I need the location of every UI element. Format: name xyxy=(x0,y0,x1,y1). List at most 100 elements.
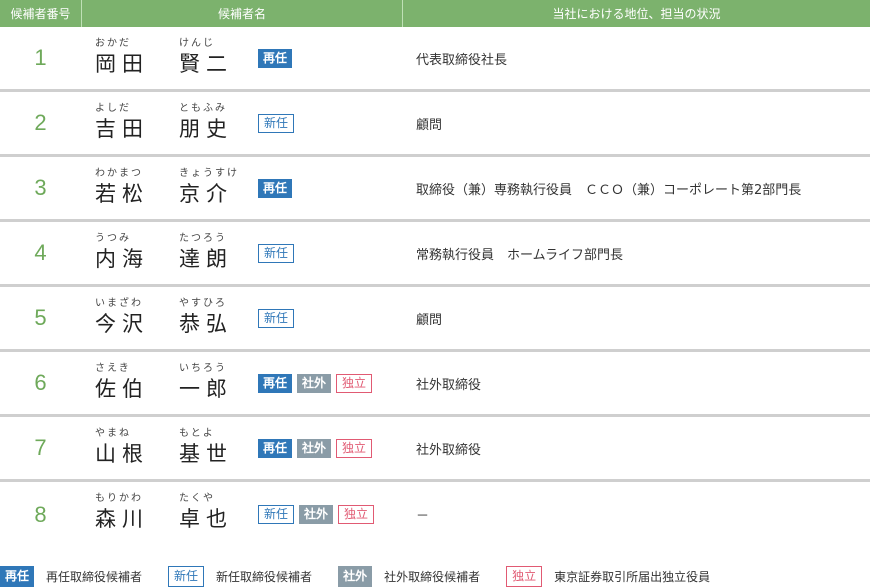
badge-doku: 独立 xyxy=(338,505,375,524)
first-name-ruby: たつろう xyxy=(179,233,227,244)
first-name-kanji: 一郎 xyxy=(179,377,233,401)
candidate-name: おかだ 岡田 けんじ 賢二 xyxy=(95,37,260,87)
badge-doku: 独立 xyxy=(336,438,373,458)
candidate-name: うつみ 内海 たつろう 達朗 xyxy=(95,232,260,282)
legend-badge-sai: 再任 xyxy=(0,566,35,587)
candidate-name: さえき 佐伯 いちろう 一郎 xyxy=(95,362,260,412)
last-name-ruby: さえき xyxy=(95,363,131,374)
last-name-ruby: うつみ xyxy=(95,233,131,244)
first-name-ruby: いちろう xyxy=(179,363,227,374)
badge-group: 新任 xyxy=(258,222,295,284)
last-name: さえき 佐伯 xyxy=(95,362,149,402)
first-name: きょうすけ 京介 xyxy=(179,167,239,207)
candidate-table: 1 おかだ 岡田 けんじ 賢二 再任 代表取締役社長 2 よしだ 吉田 ともふみ… xyxy=(0,27,870,547)
first-name-ruby: ともふみ xyxy=(179,103,227,114)
header-candidate-number: 候補者番号 xyxy=(10,7,71,21)
last-name-kanji: 山根 xyxy=(95,442,149,466)
candidate-name: わかまつ 若松 きょうすけ 京介 xyxy=(95,167,260,217)
legend-text-shin: 新任取締役候補者 xyxy=(216,570,313,584)
first-name-ruby: やすひろ xyxy=(179,298,227,309)
candidate-number: 5 xyxy=(34,305,47,330)
badge-sai: 再任 xyxy=(258,178,293,198)
position-text: 顧問 xyxy=(416,117,443,133)
badge-sai: 再任 xyxy=(258,438,293,458)
last-name-kanji: 岡田 xyxy=(95,52,149,76)
candidate-name: やまね 山根 もとよ 基世 xyxy=(95,427,260,477)
badge-sha: 社外 xyxy=(297,438,332,458)
first-name: たくや 卓也 xyxy=(179,492,233,532)
table-row: 7 やまね 山根 もとよ 基世 再任 社外 独立 社外取締役 xyxy=(0,417,870,482)
header-position: 当社における地位、担当の状況 xyxy=(552,7,721,21)
table-row: 5 いまざわ 今沢 やすひろ 恭弘 新任 顧問 xyxy=(0,287,870,352)
candidate-number: 8 xyxy=(34,501,47,527)
first-name: けんじ 賢二 xyxy=(179,37,233,77)
table-row: 1 おかだ 岡田 けんじ 賢二 再任 代表取締役社長 xyxy=(0,27,870,92)
position-text: － xyxy=(416,509,430,524)
last-name: うつみ 内海 xyxy=(95,232,149,272)
first-name-kanji: 京介 xyxy=(179,182,233,206)
position-text: 代表取締役社長 xyxy=(416,52,508,68)
badge-sha: 社外 xyxy=(299,505,334,524)
first-name-kanji: 賢二 xyxy=(179,52,233,76)
candidate-number: 3 xyxy=(34,175,47,200)
badge-sai: 再任 xyxy=(258,48,293,68)
badge-group: 再任 社外 独立 xyxy=(258,352,373,414)
first-name: たつろう 達朗 xyxy=(179,232,233,272)
last-name-kanji: 森川 xyxy=(95,507,149,531)
first-name-kanji: 卓也 xyxy=(179,507,233,531)
first-name: いちろう 一郎 xyxy=(179,362,233,402)
badge-shin: 新任 xyxy=(258,243,295,263)
first-name: やすひろ 恭弘 xyxy=(179,297,233,337)
badge-doku: 独立 xyxy=(336,373,373,393)
last-name: やまね 山根 xyxy=(95,427,149,467)
candidate-number: 2 xyxy=(34,110,47,135)
first-name-ruby: きょうすけ xyxy=(179,168,239,179)
last-name: もりかわ 森川 xyxy=(95,492,149,532)
table-row: 3 わかまつ 若松 きょうすけ 京介 再任 取締役（兼）専務執行役員 ＣＣＯ（兼… xyxy=(0,157,870,222)
last-name-kanji: 佐伯 xyxy=(95,377,149,401)
last-name-kanji: 吉田 xyxy=(95,117,149,141)
table-header: 候補者番号 候補者名 当社における地位、担当の状況 xyxy=(0,0,870,27)
last-name-kanji: 若松 xyxy=(95,182,149,206)
legend-text-sai: 再任取締役候補者 xyxy=(46,570,143,584)
last-name-ruby: やまね xyxy=(95,428,131,439)
table-row: 2 よしだ 吉田 ともふみ 朋史 新任 顧問 xyxy=(0,92,870,157)
last-name-kanji: 内海 xyxy=(95,247,149,271)
badge-shin: 新任 xyxy=(258,308,295,328)
first-name-ruby: けんじ xyxy=(179,38,215,49)
first-name-kanji: 基世 xyxy=(179,442,233,466)
first-name-kanji: 朋史 xyxy=(179,117,233,141)
badge-group: 再任 xyxy=(258,27,293,89)
legend-text-sha: 社外取締役候補者 xyxy=(384,570,481,584)
first-name: ともふみ 朋史 xyxy=(179,102,233,142)
legend-badge-shin: 新任 xyxy=(168,566,205,587)
table-row: 8 もりかわ 森川 たくや 卓也 新任 社外 独立 － xyxy=(0,482,870,547)
first-name-ruby: たくや xyxy=(179,493,215,504)
candidate-name: もりかわ 森川 たくや 卓也 xyxy=(95,492,260,542)
candidate-number: 4 xyxy=(34,240,47,265)
last-name-ruby: もりかわ xyxy=(95,493,143,504)
badge-shin: 新任 xyxy=(258,505,295,524)
last-name: おかだ 岡田 xyxy=(95,37,149,77)
candidate-name: よしだ 吉田 ともふみ 朋史 xyxy=(95,102,260,152)
candidate-number: 7 xyxy=(34,435,47,460)
header-candidate-name: 候補者名 xyxy=(81,0,403,27)
badge-group: 再任 社外 独立 xyxy=(258,417,373,479)
last-name-ruby: よしだ xyxy=(95,103,131,114)
legend-text-doku: 東京証券取引所届出独立役員 xyxy=(554,570,711,584)
position-text: 取締役（兼）専務執行役員 ＣＣＯ（兼）コーポレート第2部門長 xyxy=(416,182,802,198)
table-row: 6 さえき 佐伯 いちろう 一郎 再任 社外 独立 社外取締役 xyxy=(0,352,870,417)
legend-badge-doku: 独立 xyxy=(506,566,543,587)
legend: 再任 再任取締役候補者 新任 新任取締役候補者 社外 社外取締役候補者 独立 東京証券取引所届… xyxy=(0,565,736,588)
last-name: いまざわ 今沢 xyxy=(95,297,149,337)
position-text: 常務執行役員 ホームライフ部門長 xyxy=(416,247,623,263)
last-name-ruby: おかだ xyxy=(95,38,131,49)
first-name-kanji: 恭弘 xyxy=(179,312,233,336)
badge-sha: 社外 xyxy=(297,373,332,393)
last-name: よしだ 吉田 xyxy=(95,102,149,142)
badge-group: 新任 xyxy=(258,287,295,349)
position-text: 顧問 xyxy=(416,312,443,328)
legend-badge-sha: 社外 xyxy=(338,566,373,587)
first-name: もとよ 基世 xyxy=(179,427,233,467)
candidate-name: いまざわ 今沢 やすひろ 恭弘 xyxy=(95,297,260,347)
